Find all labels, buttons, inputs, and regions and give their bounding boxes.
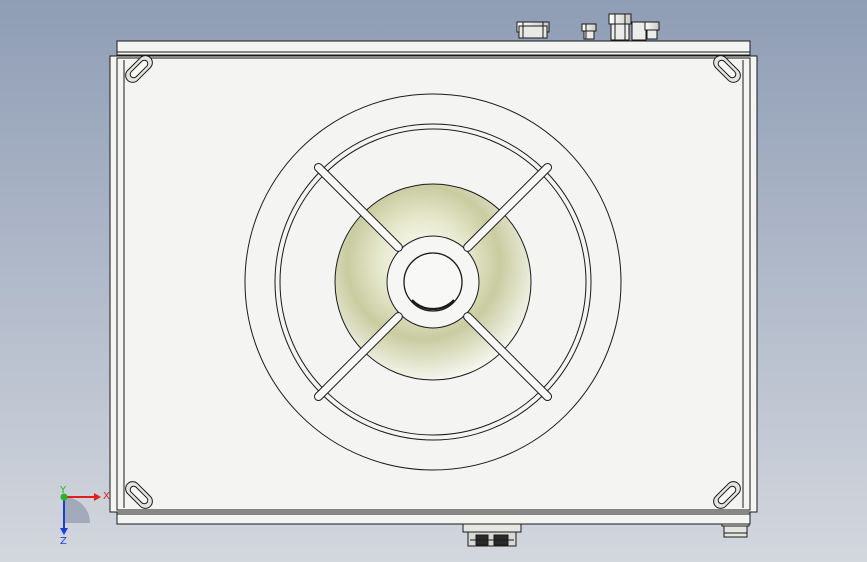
- top-flange: [116, 40, 751, 56]
- cable-gland-small: [581, 23, 597, 40]
- fan-assembly: [244, 93, 622, 471]
- x-axis-label: X: [103, 491, 110, 502]
- z-axis-label: Z: [60, 536, 67, 547]
- bottom-flange: [116, 510, 751, 525]
- cad-viewport[interactable]: X Y Z: [0, 0, 867, 562]
- fan-center-boss: [403, 252, 463, 312]
- y-axis-label: Y: [59, 485, 67, 496]
- cable-gland-large: [516, 21, 550, 39]
- bottom-connector: [462, 522, 522, 547]
